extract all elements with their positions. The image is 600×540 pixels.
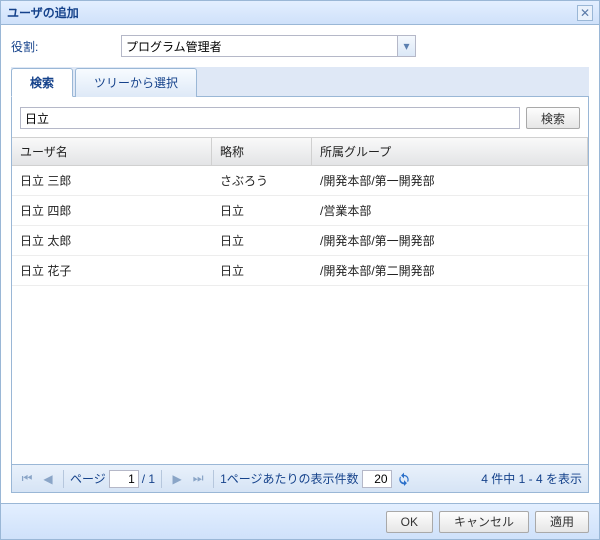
role-label: 役割:	[11, 38, 111, 55]
cell-abbr: 日立	[212, 226, 312, 255]
col-header-abbr[interactable]: 略称	[212, 138, 312, 165]
table-row[interactable]: 日立 四郎日立/営業本部	[12, 196, 588, 226]
tab-tree-select[interactable]: ツリーから選択	[75, 68, 197, 97]
table-row[interactable]: 日立 太郎日立/開発本部/第一開発部	[12, 226, 588, 256]
cell-group: /開発本部/第一開発部	[312, 226, 588, 255]
tab-search-panel: 検索 ユーザ名 略称 所属グループ 日立 三郎さぶろう/開発本部/第一開発部日立…	[11, 97, 589, 493]
cell-group: /開発本部/第一開発部	[312, 166, 588, 195]
cell-abbr: 日立	[212, 256, 312, 285]
col-header-group[interactable]: 所属グループ	[312, 138, 588, 165]
cell-abbr: 日立	[212, 196, 312, 225]
grid-header: ユーザ名 略称 所属グループ	[12, 138, 588, 166]
cell-group: /開発本部/第二開発部	[312, 256, 588, 285]
role-select[interactable]: ▾	[121, 35, 416, 57]
col-header-user[interactable]: ユーザ名	[12, 138, 212, 165]
dialog-footer: OK キャンセル 適用	[1, 503, 599, 539]
table-row[interactable]: 日立 三郎さぶろう/開発本部/第一開発部	[12, 166, 588, 196]
role-select-input[interactable]	[121, 35, 416, 57]
close-icon[interactable]: ✕	[577, 5, 593, 21]
cell-abbr: さぶろう	[212, 166, 312, 195]
next-page-icon: ▶	[168, 470, 186, 488]
divider	[213, 470, 214, 488]
window-title: ユーザの追加	[7, 4, 577, 21]
table-row[interactable]: 日立 花子日立/開発本部/第二開発部	[12, 256, 588, 286]
tab-search[interactable]: 検索	[11, 68, 73, 97]
role-row: 役割: ▾	[11, 35, 589, 57]
last-page-icon: ⏭	[189, 470, 207, 488]
cell-user: 日立 花子	[12, 256, 212, 285]
content: 役割: ▾ 検索 ツリーから選択 検索 ユーザ名 略称 所属グループ 日立 三郎	[1, 25, 599, 503]
first-page-icon: ⏮	[18, 470, 36, 488]
prev-page-icon: ◀	[39, 470, 57, 488]
ok-button[interactable]: OK	[386, 511, 433, 533]
titlebar: ユーザの追加 ✕	[1, 1, 599, 25]
cell-user: 日立 三郎	[12, 166, 212, 195]
cancel-button[interactable]: キャンセル	[439, 511, 529, 533]
pager: ⏮ ◀ ページ / 1 ▶ ⏭ 1ページあたりの表示件数 4 件中 1 - 4 …	[12, 464, 588, 492]
results-grid: ユーザ名 略称 所属グループ 日立 三郎さぶろう/開発本部/第一開発部日立 四郎…	[12, 137, 588, 464]
per-page-label: 1ページあたりの表示件数	[220, 470, 358, 487]
page-input[interactable]	[109, 470, 139, 488]
pager-status: 4 件中 1 - 4 を表示	[481, 470, 582, 487]
search-input[interactable]	[20, 107, 520, 129]
cell-user: 日立 太郎	[12, 226, 212, 255]
page-label: ページ	[70, 470, 106, 487]
refresh-icon[interactable]	[395, 470, 413, 488]
cell-group: /営業本部	[312, 196, 588, 225]
cell-user: 日立 四郎	[12, 196, 212, 225]
tab-strip: 検索 ツリーから選択	[11, 67, 589, 97]
dialog-add-user: ユーザの追加 ✕ 役割: ▾ 検索 ツリーから選択 検索 ユーザ名 略称	[0, 0, 600, 540]
grid-body: 日立 三郎さぶろう/開発本部/第一開発部日立 四郎日立/営業本部日立 太郎日立/…	[12, 166, 588, 464]
apply-button[interactable]: 適用	[535, 511, 589, 533]
search-bar: 検索	[12, 97, 588, 137]
page-total: / 1	[142, 472, 155, 486]
divider	[63, 470, 64, 488]
chevron-down-icon[interactable]: ▾	[397, 36, 415, 56]
divider	[161, 470, 162, 488]
search-button[interactable]: 検索	[526, 107, 580, 129]
per-page-input[interactable]	[362, 470, 392, 488]
